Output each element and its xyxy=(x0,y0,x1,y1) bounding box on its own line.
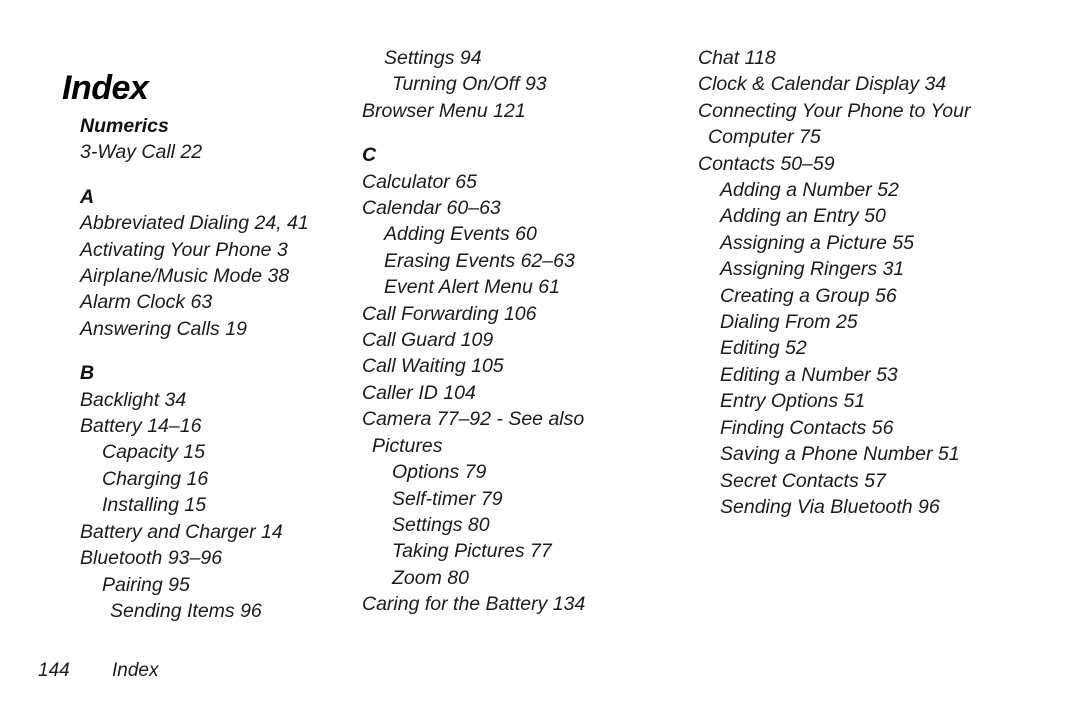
index-page: Index Numerics 3-Way Call 22 A Abbreviated … xyxy=(0,0,1080,720)
index-entry[interactable]: Chat 118 xyxy=(698,45,1080,71)
index-entry[interactable]: Call Guard 109 xyxy=(362,327,684,353)
index-entry[interactable]: Saving a Phone Number 51 xyxy=(720,441,1080,467)
index-entry[interactable]: Editing a Number 53 xyxy=(720,362,1080,388)
index-entry[interactable]: Settings 80 xyxy=(392,512,684,538)
index-entry[interactable]: Alarm Clock 63 xyxy=(80,289,352,315)
index-entry[interactable]: Call Forwarding 106 xyxy=(362,301,684,327)
index-entry[interactable]: Airplane/Music Mode 38 xyxy=(80,263,352,289)
index-section-heading: Numerics xyxy=(80,115,169,137)
index-section-heading: A xyxy=(80,185,95,208)
page-footer: 144 Index xyxy=(0,660,1080,690)
index-entry[interactable]: Clock & Calendar Display 34 xyxy=(698,71,1080,97)
index-entry[interactable]: Creating a Group 56 xyxy=(720,283,1080,309)
index-entry[interactable]: Pictures xyxy=(372,433,684,459)
index-entry[interactable]: Adding Events 60 xyxy=(384,221,684,247)
index-entry[interactable]: Caller ID 104 xyxy=(362,380,684,406)
index-column-1: Numerics 3-Way Call 22 A Abbreviated Dialin… xyxy=(0,45,352,624)
index-columns: Numerics 3-Way Call 22 A Abbreviated Dialin… xyxy=(0,45,1080,624)
index-section-heading: C xyxy=(362,144,377,167)
index-entry[interactable]: Activating Your Phone 3 xyxy=(80,237,352,263)
index-entry[interactable]: Computer 75 xyxy=(708,124,1080,150)
index-entry[interactable]: Backlight 34 xyxy=(80,387,352,413)
index-entry[interactable]: Bluetooth 93–96 xyxy=(80,545,352,571)
index-entry[interactable]: 3-Way Call 22 xyxy=(80,139,352,165)
index-entry[interactable]: Installing 15 xyxy=(102,492,352,518)
index-entry[interactable]: Finding Contacts 56 xyxy=(720,415,1080,441)
index-entry[interactable]: Call Waiting 105 xyxy=(362,353,684,379)
index-entry[interactable]: Charging 16 xyxy=(102,466,352,492)
index-entry[interactable]: Adding an Entry 50 xyxy=(720,203,1080,229)
index-entry[interactable]: Calculator 65 xyxy=(362,169,684,195)
index-entry[interactable]: Entry Options 51 xyxy=(720,388,1080,414)
index-entry[interactable]: Adding a Number 52 xyxy=(720,177,1080,203)
index-entry[interactable]: Pairing 95 xyxy=(102,572,352,598)
index-entry[interactable]: Taking Pictures 77 xyxy=(392,538,684,564)
index-column-2: Settings 94 Turning On/Off 93 Browser Menu… xyxy=(352,45,684,618)
index-column-3: Chat 118 Clock & Calendar Display 34 Conne… xyxy=(684,45,1080,520)
index-entry[interactable]: Assigning a Picture 55 xyxy=(720,230,1080,256)
index-entry[interactable]: Erasing Events 62–63 xyxy=(384,248,684,274)
index-entry[interactable]: Editing 52 xyxy=(720,335,1080,361)
index-entry[interactable]: Event Alert Menu 61 xyxy=(384,274,684,300)
index-entry[interactable]: Capacity 15 xyxy=(102,439,352,465)
index-entry[interactable]: Caring for the Battery 134 xyxy=(362,591,684,617)
index-entry[interactable]: Self-timer 79 xyxy=(392,486,684,512)
index-entry[interactable]: Assigning Ringers 31 xyxy=(720,256,1080,282)
index-entry[interactable]: Zoom 80 xyxy=(392,565,684,591)
index-entry[interactable]: Abbreviated Dialing 24, 41 xyxy=(80,210,352,236)
index-entry[interactable]: Contacts 50–59 xyxy=(698,151,1080,177)
index-entry[interactable]: Turning On/Off 93 xyxy=(392,71,684,97)
index-section-heading: B xyxy=(80,362,95,385)
index-entry[interactable]: Browser Menu 121 xyxy=(362,98,684,124)
index-entry[interactable]: Sending Via Bluetooth 96 xyxy=(720,494,1080,520)
footer-label: Index xyxy=(112,660,159,681)
index-entry[interactable]: Dialing From 25 xyxy=(720,309,1080,335)
index-entry[interactable]: Sending Items 96 xyxy=(110,598,352,624)
index-entry[interactable]: Options 79 xyxy=(392,459,684,485)
index-entry[interactable]: Battery 14–16 xyxy=(80,413,352,439)
index-entry[interactable]: Connecting Your Phone to Your xyxy=(698,98,1080,124)
index-entry[interactable]: Camera 77–92 - See also xyxy=(362,406,684,432)
index-entry[interactable]: Answering Calls 19 xyxy=(80,316,352,342)
index-entry[interactable]: Settings 94 xyxy=(384,45,684,71)
footer-page-number: 144 xyxy=(38,660,70,681)
index-entry[interactable]: Battery and Charger 14 xyxy=(80,519,352,545)
index-entry[interactable]: Secret Contacts 57 xyxy=(720,468,1080,494)
index-entry[interactable]: Calendar 60–63 xyxy=(362,195,684,221)
